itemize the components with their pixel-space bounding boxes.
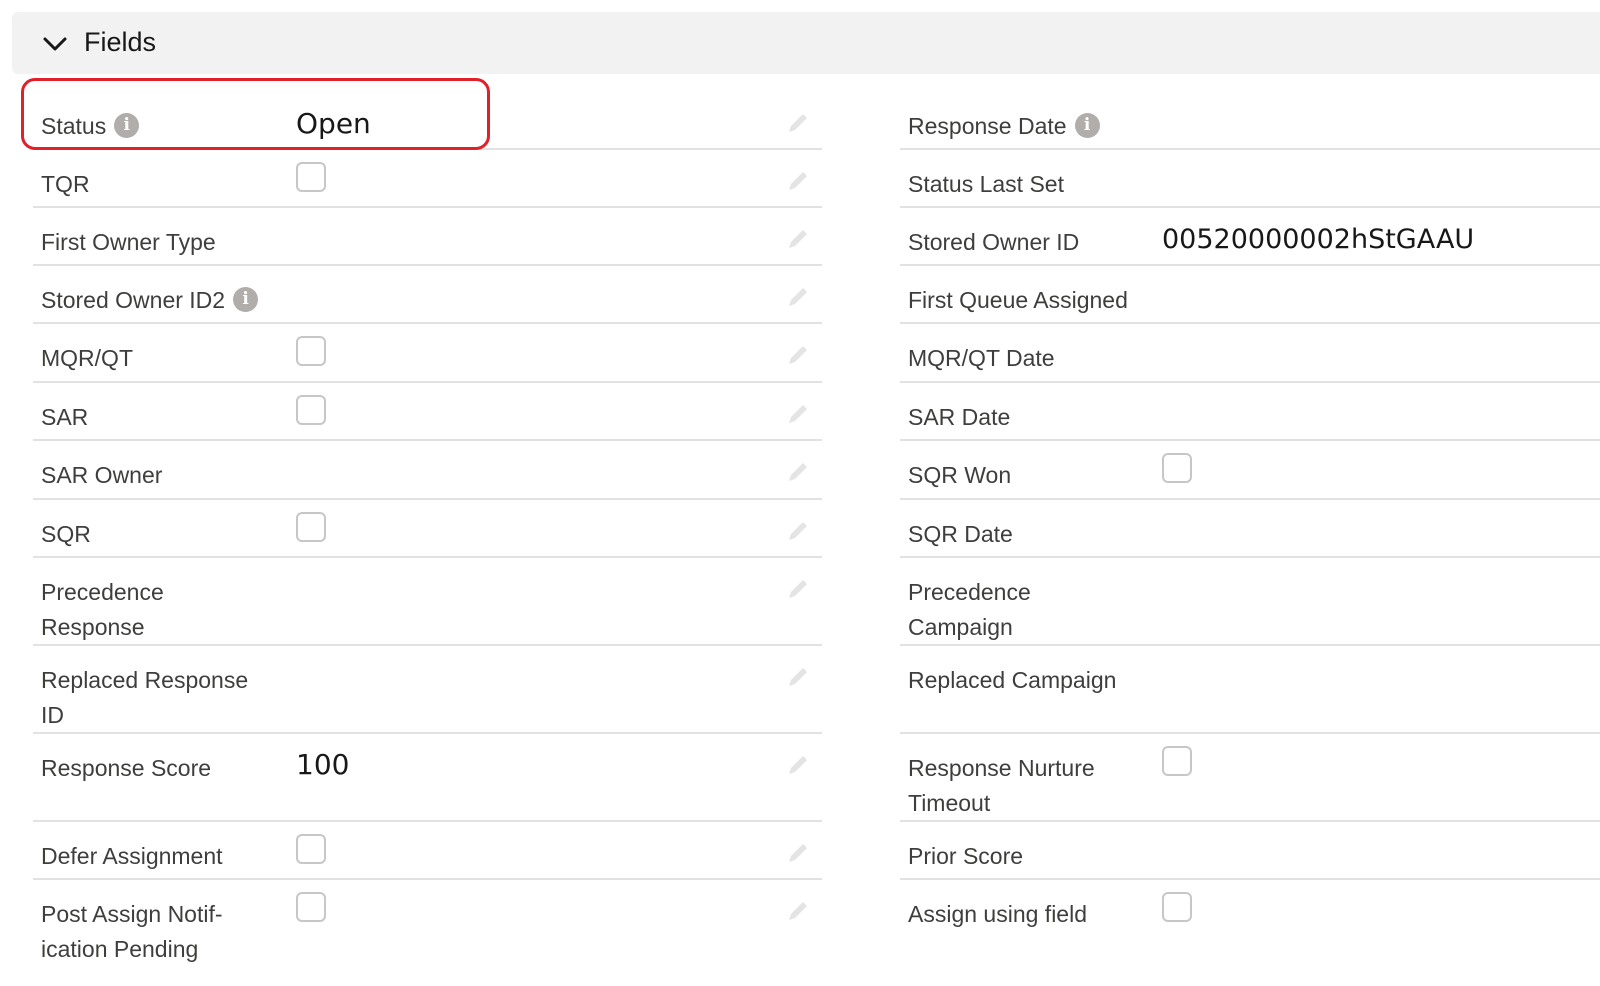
field-row-first-owner-type: First Owner Type (33, 208, 822, 266)
field-label: Status i (41, 109, 140, 144)
pencil-icon[interactable] (785, 401, 811, 427)
field-label: Precedence Campaign (908, 579, 1031, 640)
field-label: Stored Owner ID (908, 229, 1080, 255)
field-label: Response Nurture Timeout (908, 755, 1095, 816)
pencil-icon[interactable] (785, 284, 811, 310)
field-row-mqr-qt-date: MQR/QT Date (900, 324, 1600, 383)
field-label: First Queue Assigned (908, 287, 1128, 313)
field-label: TQR (41, 171, 90, 197)
field-row-response-score: Response Score 100 (33, 734, 822, 822)
field-value: Open (296, 107, 371, 140)
pencil-icon[interactable] (785, 168, 811, 194)
field-label: SQR Date (908, 521, 1013, 547)
field-row-assign-using-field: Assign using field (900, 880, 1600, 980)
field-value: 00520000002hStGAAU (1162, 224, 1475, 255)
field-label: Precedence Response (41, 579, 164, 640)
field-row-precedence-response: Precedence Response (33, 558, 822, 646)
field-label: MQR/QT (41, 345, 133, 371)
field-row-status: Status i Open (33, 92, 822, 150)
field-row-defer-assignment: Defer Assignment (33, 822, 822, 880)
response-nurture-timeout-checkbox[interactable] (1162, 746, 1192, 776)
field-value: 100 (296, 748, 350, 781)
field-row-sqr: SQR (33, 500, 822, 558)
field-label: SQR (41, 521, 91, 547)
field-label: Replaced Campaign (908, 667, 1117, 693)
field-label: SAR Owner (41, 462, 163, 488)
sqr-checkbox[interactable] (296, 512, 326, 542)
pencil-icon[interactable] (785, 576, 811, 602)
pencil-icon[interactable] (785, 110, 811, 136)
defer-assignment-checkbox[interactable] (296, 834, 326, 864)
sar-checkbox[interactable] (296, 395, 326, 425)
field-row-stored-owner-id: Stored Owner ID 00520000002hStGAAU (900, 208, 1600, 266)
field-label: Response Score (41, 755, 212, 781)
field-label: Response Date i (908, 109, 1100, 144)
field-label: Status Last Set (908, 171, 1064, 197)
field-label: SQR Won (908, 462, 1012, 488)
pencil-icon[interactable] (785, 664, 811, 690)
pencil-icon[interactable] (785, 898, 811, 924)
field-row-post-assign-notification: Post Assign Notif-ication Pending (33, 880, 822, 980)
field-label: Stored Owner ID2 i (41, 283, 259, 318)
fields-grid: Status i Open TQR First Owner Type Stored… (0, 0, 1600, 986)
field-row-sar: SAR (33, 383, 822, 441)
field-row-sqr-date: SQR Date (900, 500, 1600, 558)
field-row-response-date: Response Date i (900, 92, 1600, 150)
pencil-icon[interactable] (785, 226, 811, 252)
pencil-icon[interactable] (785, 518, 811, 544)
field-row-sqr-won: SQR Won (900, 441, 1600, 500)
field-row-first-queue-assigned: First Queue Assigned (900, 266, 1600, 324)
field-row-stored-owner-id2: Stored Owner ID2 i (33, 266, 822, 324)
mqr-qt-checkbox[interactable] (296, 336, 326, 366)
field-row-sar-date: SAR Date (900, 383, 1600, 441)
field-label: Post Assign Notif-ication Pending (41, 901, 223, 962)
field-row-sar-owner: SAR Owner (33, 441, 822, 500)
field-label: SAR (41, 404, 89, 430)
info-icon[interactable]: i (233, 287, 259, 313)
field-label: Assign using field (908, 901, 1087, 927)
field-label: Replaced Response ID (41, 667, 249, 728)
field-label: First Owner Type (41, 229, 216, 255)
field-row-status-last-set: Status Last Set (900, 150, 1600, 208)
field-label: MQR/QT Date (908, 345, 1055, 371)
field-row-prior-score: Prior Score (900, 822, 1600, 880)
field-row-precedence-campaign: Precedence Campaign (900, 558, 1600, 646)
tqr-checkbox[interactable] (296, 162, 326, 192)
field-label: SAR Date (908, 404, 1011, 430)
pencil-icon[interactable] (785, 459, 811, 485)
pencil-icon[interactable] (785, 752, 811, 778)
field-row-replaced-response-id: Replaced Response ID (33, 646, 822, 734)
info-icon[interactable]: i (114, 113, 140, 139)
pencil-icon[interactable] (785, 342, 811, 368)
sqr-won-checkbox[interactable] (1162, 453, 1192, 483)
field-label: Prior Score (908, 843, 1024, 869)
field-label: Defer Assignment (41, 843, 223, 869)
pencil-icon[interactable] (785, 840, 811, 866)
post-assign-checkbox[interactable] (296, 892, 326, 922)
field-row-response-nurture-timeout: Response Nurture Timeout (900, 734, 1600, 822)
assign-using-field-checkbox[interactable] (1162, 892, 1192, 922)
field-row-tqr: TQR (33, 150, 822, 208)
field-row-replaced-campaign: Replaced Campaign (900, 646, 1600, 734)
field-row-mqr-qt: MQR/QT (33, 324, 822, 383)
info-icon[interactable]: i (1074, 113, 1100, 139)
